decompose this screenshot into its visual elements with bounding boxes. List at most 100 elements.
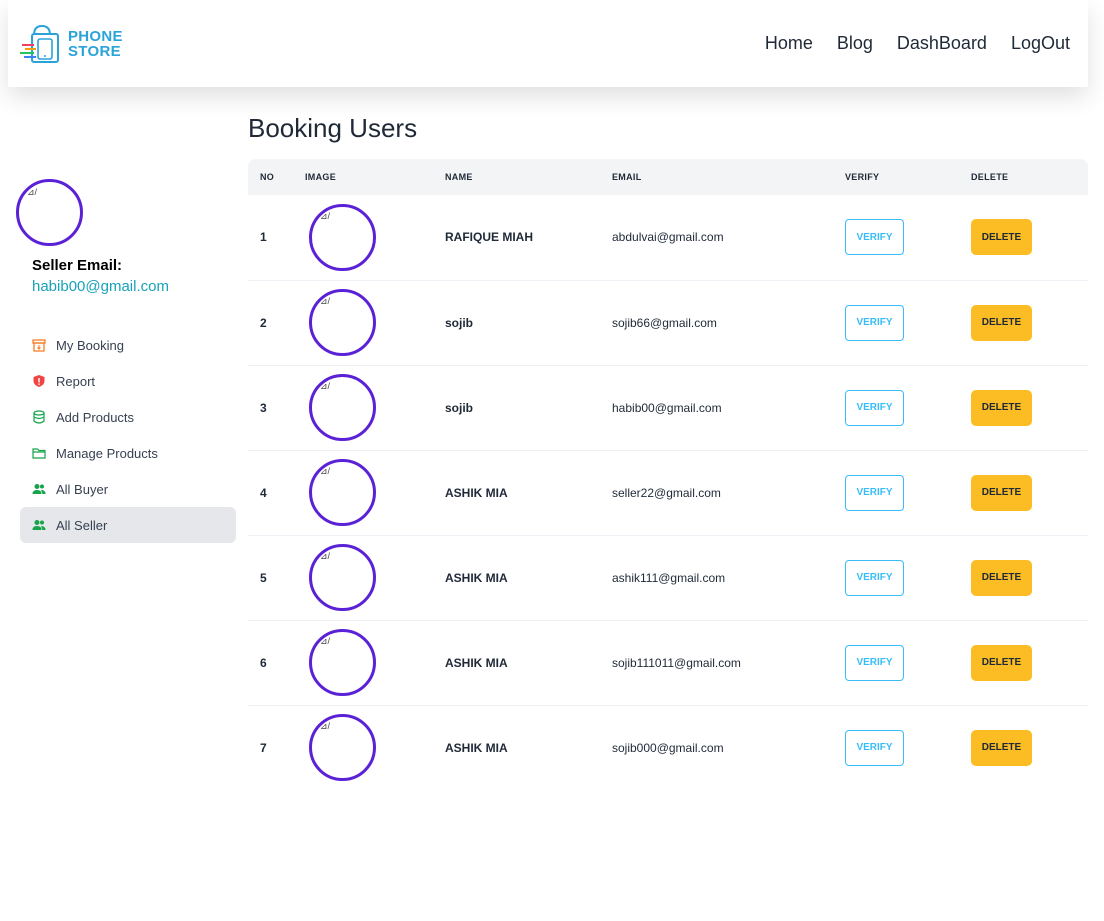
row-verify-cell: VERIFY bbox=[845, 195, 971, 280]
row-delete-cell: DELETE bbox=[971, 280, 1088, 365]
row-name: sojib bbox=[445, 400, 474, 415]
sidebar-item-all-buyer[interactable]: All Buyer bbox=[20, 471, 236, 507]
main-content: Booking Users NO IMAGE NAME EMAIL VERIFY… bbox=[248, 110, 1088, 790]
seller-email-value: habib00@gmail.com bbox=[32, 278, 169, 295]
table-row: 7 ⊿/ ASHIK MIA sojib000@gmail.com VERIFY… bbox=[248, 705, 1088, 790]
row-email: sojib111011@gmail.com bbox=[612, 655, 741, 670]
row-number: 1 bbox=[260, 230, 267, 245]
shield-alert-icon bbox=[32, 374, 46, 388]
table-row: 4 ⊿/ ASHIK MIA seller22@gmail.com VERIFY… bbox=[248, 450, 1088, 535]
row-email: ashik111@gmail.com bbox=[612, 570, 726, 585]
user-avatar-alt: ⊿/ bbox=[320, 296, 331, 306]
row-delete-cell: DELETE bbox=[971, 195, 1088, 280]
column-header-name: NAME bbox=[445, 172, 473, 182]
row-email: sojib000@gmail.com bbox=[612, 740, 724, 755]
table-row: 6 ⊿/ ASHIK MIA sojib111011@gmail.com VER… bbox=[248, 620, 1088, 705]
row-email: sojib66@gmail.com bbox=[612, 315, 717, 330]
delete-button[interactable]: DELETE bbox=[971, 389, 1032, 426]
row-email: seller22@gmail.com bbox=[612, 485, 721, 500]
delete-button[interactable]: DELETE bbox=[971, 304, 1032, 341]
verify-button[interactable]: VERIFY bbox=[845, 474, 904, 511]
row-delete-cell: DELETE bbox=[971, 535, 1088, 620]
row-verify-cell: VERIFY bbox=[845, 450, 971, 535]
user-avatar-alt: ⊿/ bbox=[320, 210, 331, 221]
nav-logout[interactable]: LogOut bbox=[1011, 33, 1070, 54]
sidebar-item-label: My Booking bbox=[56, 337, 124, 353]
row-verify-cell: VERIFY bbox=[845, 620, 971, 705]
row-name: ASHIK MIA bbox=[445, 570, 508, 585]
row-delete-cell: DELETE bbox=[971, 450, 1088, 535]
verify-button[interactable]: VERIFY bbox=[845, 644, 904, 681]
row-number: 4 bbox=[260, 485, 267, 500]
nav-home[interactable]: Home bbox=[765, 33, 813, 54]
table-row: 1 ⊿/ RAFIQUE MIAH abdulvai@gmail.com VER… bbox=[248, 195, 1088, 280]
user-avatar-alt: ⊿/ bbox=[320, 636, 331, 646]
row-delete-cell: DELETE bbox=[971, 705, 1088, 790]
user-avatar: ⊿/ bbox=[309, 203, 376, 271]
delete-button[interactable]: DELETE bbox=[971, 474, 1032, 511]
seller-avatar-alt: ⊿/ bbox=[27, 187, 38, 197]
column-header-image: IMAGE bbox=[305, 172, 337, 182]
sidebar-item-manage-products[interactable]: Manage Products bbox=[20, 435, 236, 471]
seller-avatar: ⊿/ bbox=[16, 179, 83, 246]
row-name: ASHIK MIA bbox=[445, 740, 508, 755]
seller-email-label: Seller Email: bbox=[32, 257, 123, 274]
delete-button[interactable]: DELETE bbox=[971, 219, 1032, 256]
delete-button[interactable]: DELETE bbox=[971, 644, 1032, 681]
row-name: sojib bbox=[445, 315, 474, 330]
database-icon bbox=[32, 410, 46, 424]
row-email: habib00@gmail.com bbox=[612, 400, 722, 415]
row-verify-cell: VERIFY bbox=[845, 365, 971, 450]
sidebar-item-add-products[interactable]: Add Products bbox=[20, 399, 236, 435]
user-avatar-alt: ⊿/ bbox=[320, 381, 331, 391]
sidebar-item-label: All Seller bbox=[56, 517, 108, 533]
row-image-cell: ⊿/ bbox=[305, 365, 445, 450]
user-avatar: ⊿/ bbox=[309, 374, 376, 441]
archive-box-icon bbox=[32, 338, 46, 352]
row-number: 3 bbox=[260, 400, 267, 415]
column-header-no: NO bbox=[260, 172, 275, 182]
verify-button[interactable]: VERIFY bbox=[845, 389, 904, 426]
users-table: NO IMAGE NAME EMAIL VERIFY DELETE 1 ⊿/ R… bbox=[248, 159, 1088, 790]
row-delete-cell: DELETE bbox=[971, 620, 1088, 705]
row-verify-cell: VERIFY bbox=[845, 535, 971, 620]
nav-blog[interactable]: Blog bbox=[837, 33, 873, 54]
user-avatar-alt: ⊿/ bbox=[320, 721, 331, 732]
nav-links: Home Blog DashBoard LogOut bbox=[765, 33, 1070, 54]
row-number: 6 bbox=[260, 655, 267, 670]
column-header-verify: VERIFY bbox=[845, 172, 880, 182]
sidebar-item-all-seller[interactable]: All Seller bbox=[20, 507, 236, 543]
row-verify-cell: VERIFY bbox=[845, 280, 971, 365]
user-avatar: ⊿/ bbox=[309, 544, 376, 611]
page-title: Booking Users bbox=[248, 113, 418, 143]
user-avatar-alt: ⊿/ bbox=[320, 466, 331, 476]
folder-icon bbox=[32, 446, 46, 460]
delete-button[interactable]: DELETE bbox=[971, 559, 1032, 596]
sidebar-item-label: All Buyer bbox=[56, 481, 109, 497]
user-avatar: ⊿/ bbox=[309, 629, 376, 696]
row-delete-cell: DELETE bbox=[971, 365, 1088, 450]
sidebar-menu: My Booking Report Add Products Manage Pr… bbox=[20, 327, 236, 543]
delete-button[interactable]: DELETE bbox=[971, 729, 1032, 766]
navbar: PHONE STORE Home Blog DashBoard LogOut bbox=[8, 0, 1088, 87]
table-row: 3 ⊿/ sojib habib00@gmail.com VERIFY DELE… bbox=[248, 365, 1088, 450]
user-avatar-alt: ⊿/ bbox=[320, 551, 331, 561]
row-image-cell: ⊿/ bbox=[305, 535, 445, 620]
brand-logo[interactable]: PHONE STORE bbox=[20, 22, 123, 66]
column-header-delete: DELETE bbox=[971, 172, 1009, 182]
sidebar-item-my-booking[interactable]: My Booking bbox=[20, 327, 236, 363]
nav-dashboard[interactable]: DashBoard bbox=[897, 33, 987, 54]
verify-button[interactable]: VERIFY bbox=[845, 729, 904, 766]
row-image-cell: ⊿/ bbox=[305, 450, 445, 535]
users-icon bbox=[32, 482, 46, 496]
verify-button[interactable]: VERIFY bbox=[845, 559, 904, 596]
row-number: 5 bbox=[260, 570, 267, 585]
sidebar-item-label: Add Products bbox=[56, 409, 135, 425]
table-header-row: NO IMAGE NAME EMAIL VERIFY DELETE bbox=[248, 159, 1088, 195]
sidebar-item-report[interactable]: Report bbox=[20, 363, 236, 399]
verify-button[interactable]: VERIFY bbox=[845, 304, 904, 341]
row-number: 2 bbox=[260, 315, 267, 330]
row-name: ASHIK MIA bbox=[445, 485, 508, 500]
verify-button[interactable]: VERIFY bbox=[845, 219, 904, 256]
row-name: ASHIK MIA bbox=[445, 655, 508, 670]
